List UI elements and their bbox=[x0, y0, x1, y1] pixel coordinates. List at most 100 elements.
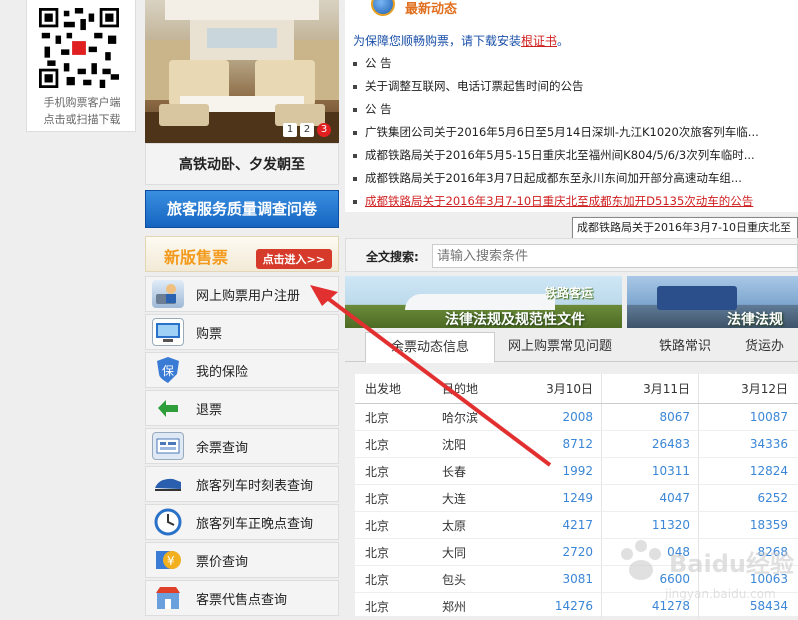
news-item-text: 广铁集团公司关于2016年5月6日至5月14日深圳-九江K1020次旅客列车临.… bbox=[365, 125, 759, 139]
baidu-paw-logo-icon: Baidu经验 jingyan.baidu.com bbox=[621, 540, 794, 601]
train-interior-illustration bbox=[145, 0, 339, 143]
menu-item-refund[interactable]: 退票 bbox=[145, 390, 339, 426]
bullet-icon bbox=[353, 130, 357, 135]
qr-code-icon[interactable] bbox=[39, 8, 119, 88]
cell-date-1[interactable]: 2008 bbox=[505, 404, 602, 430]
clock-icon bbox=[152, 508, 184, 536]
tab-freight[interactable]: 货运办 bbox=[745, 332, 798, 362]
slide-dot-1[interactable]: 1 bbox=[283, 123, 297, 137]
cell-date-2[interactable]: 8067 bbox=[602, 404, 699, 430]
menu-label-agency: 客票代售点查询 bbox=[196, 592, 288, 608]
cell-date-3[interactable]: 10087 bbox=[699, 404, 798, 430]
news-item[interactable]: 关于调整互联网、电话订票起售时间的公告 bbox=[353, 78, 584, 94]
photo-caption: 高铁动卧、夕发朝至 bbox=[179, 157, 305, 173]
user-register-icon bbox=[152, 280, 184, 308]
cell-to: 沈阳 bbox=[442, 437, 467, 452]
cell-from: 北京 bbox=[365, 437, 390, 452]
menu-item-remaining[interactable]: 余票查询 bbox=[145, 428, 339, 464]
banner-subtitle: 铁路客运 bbox=[545, 286, 594, 300]
cell-date-1[interactable]: 1992 bbox=[505, 458, 602, 484]
tab-faq[interactable]: 网上购票常见问题 bbox=[495, 332, 625, 362]
cert-notice-end: 。 bbox=[557, 34, 570, 48]
watermark-url: jingyan.baidu.com bbox=[664, 587, 776, 601]
menu-label-remaining: 余票查询 bbox=[196, 440, 249, 456]
news-item-text: 关于调整互联网、电话订票起售时间的公告 bbox=[365, 79, 584, 93]
slide-dot-3[interactable]: 3 bbox=[317, 123, 331, 137]
news-item-text: 成都铁路局关于2016年5月5-15日重庆北至福州间K804/5/6/3次列车临… bbox=[365, 148, 755, 162]
bullet-icon bbox=[353, 61, 357, 66]
cell-from: 北京 bbox=[365, 572, 390, 587]
refund-arrow-icon bbox=[152, 394, 184, 422]
news-item[interactable]: 公 告 bbox=[353, 55, 392, 71]
menu-label-register: 网上购票用户注册 bbox=[196, 288, 301, 304]
menu-item-buy-ticket[interactable]: 购票 bbox=[145, 314, 339, 350]
news-item-text: 成都铁路局关于2016年3月7-10日重庆北至成都东加开D5135次动车的公告 bbox=[365, 194, 754, 208]
cell-date-2[interactable]: 4047 bbox=[602, 485, 699, 511]
cell-from: 北京 bbox=[365, 599, 390, 614]
cell-date-3[interactable]: 6252 bbox=[699, 485, 798, 511]
news-item[interactable]: 成都铁路局关于2016年3月7日起成都东至永川东间加开部分高速动车组... bbox=[353, 170, 742, 186]
slide-pager: 1 2 3 bbox=[283, 123, 331, 137]
price-yuan-icon: ¥ bbox=[152, 546, 184, 574]
news-item-hovered[interactable]: 成都铁路局关于2016年3月7-10日重庆北至成都东加开D5135次动车的公告 bbox=[353, 193, 753, 209]
qr-caption-line2: 点击或扫描下载 bbox=[43, 113, 121, 126]
menu-item-timetable[interactable]: 旅客列车时刻表查询 bbox=[145, 466, 339, 502]
news-item[interactable]: 成都铁路局关于2016年5月5-15日重庆北至福州间K804/5/6/3次列车临… bbox=[353, 147, 755, 163]
law-regulations-banner[interactable]: 铁路客运 法律法规及规范性文件 bbox=[345, 276, 622, 328]
tab-railway-knowledge[interactable]: 铁路常识 bbox=[635, 332, 735, 362]
cell-to: 太原 bbox=[442, 518, 467, 533]
cell-date-1[interactable]: 4217 bbox=[505, 512, 602, 538]
law-regulations-banner-2[interactable]: 法律法规 bbox=[627, 276, 798, 328]
menu-item-price[interactable]: ¥ 票价查询 bbox=[145, 542, 339, 578]
menu-item-delay[interactable]: 旅客列车正晚点查询 bbox=[145, 504, 339, 540]
table-row[interactable]: 北京 长春 1992 10311 12824 bbox=[355, 458, 798, 485]
table-row[interactable]: 北京 沈阳 8712 26483 34336 bbox=[355, 431, 798, 458]
bullet-icon bbox=[353, 107, 357, 112]
cell-from: 北京 bbox=[365, 491, 390, 506]
enter-button[interactable]: 点击进入>> bbox=[255, 249, 332, 269]
survey-banner-button[interactable]: 旅客服务质量调查问卷 bbox=[145, 190, 339, 228]
menu-label-timetable: 旅客列车时刻表查询 bbox=[196, 478, 314, 494]
news-item-text: 公 告 bbox=[365, 56, 392, 70]
cell-date-2[interactable]: 26483 bbox=[602, 431, 699, 457]
cell-date-1[interactable]: 3081 bbox=[505, 566, 602, 592]
menu-item-register[interactable]: 网上购票用户注册 bbox=[145, 276, 339, 312]
news-title: 最新动态 bbox=[405, 2, 458, 17]
new-ticket-banner[interactable]: 新版售票 点击进入>> bbox=[145, 236, 339, 272]
header-date-1: 3月10日 bbox=[505, 374, 602, 403]
news-item[interactable]: 广铁集团公司关于2016年5月6日至5月14日深圳-九江K1020次旅客列车临.… bbox=[353, 124, 759, 140]
cell-to: 哈尔滨 bbox=[442, 410, 479, 425]
cell-from: 北京 bbox=[365, 464, 390, 479]
cert-download-link[interactable]: 根证书 bbox=[521, 34, 557, 48]
locomotive-icon bbox=[657, 286, 737, 310]
menu-item-insurance[interactable]: 保 我的保险 bbox=[145, 352, 339, 388]
computer-ticket-icon bbox=[152, 318, 184, 346]
cell-date-3[interactable]: 12824 bbox=[699, 458, 798, 484]
cell-date-2[interactable]: 10311 bbox=[602, 458, 699, 484]
slide-dot-2[interactable]: 2 bbox=[300, 123, 314, 137]
menu-item-agency[interactable]: 客票代售点查询 bbox=[145, 580, 339, 616]
watermark-text: Baidu经验 bbox=[669, 550, 794, 578]
search-input[interactable] bbox=[432, 244, 798, 268]
photo-caption-box[interactable]: 高铁动卧、夕发朝至 bbox=[145, 143, 339, 185]
train-interior-photo[interactable]: 1 2 3 bbox=[145, 0, 339, 143]
table-row[interactable]: 北京 大连 1249 4047 6252 bbox=[355, 485, 798, 512]
bullet-icon bbox=[353, 153, 357, 158]
news-item-text: 成都铁路局关于2016年3月7日起成都东至永川东间加开部分高速动车组... bbox=[365, 171, 742, 185]
remaining-tickets-icon bbox=[152, 432, 184, 460]
train-icon bbox=[152, 470, 184, 498]
cell-from: 北京 bbox=[365, 410, 390, 425]
cell-date-1[interactable]: 1249 bbox=[505, 485, 602, 511]
menu-label-insurance: 我的保险 bbox=[196, 364, 249, 380]
cell-date-1[interactable]: 8712 bbox=[505, 431, 602, 457]
tab-remaining-tickets[interactable]: 余票动态信息 bbox=[365, 332, 495, 363]
search-label: 全文搜索: bbox=[366, 250, 419, 264]
cell-date-1[interactable]: 2720 bbox=[505, 539, 602, 565]
cell-date-1[interactable]: 14276 bbox=[505, 593, 602, 619]
qr-panel[interactable]: 手机购票客户端 点击或扫描下载 bbox=[26, 0, 136, 132]
new-ticket-title: 新版售票 bbox=[164, 248, 229, 267]
table-header: 出发地 目的地 3月10日 3月11日 3月12日 bbox=[355, 374, 798, 404]
news-item[interactable]: 公 告 bbox=[353, 101, 392, 117]
table-row[interactable]: 北京 哈尔滨 2008 8067 10087 bbox=[355, 404, 798, 431]
cell-date-3[interactable]: 34336 bbox=[699, 431, 798, 457]
